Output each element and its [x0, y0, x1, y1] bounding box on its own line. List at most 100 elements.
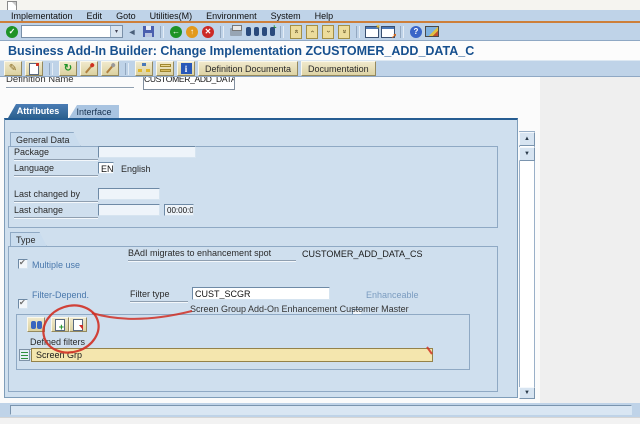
chevron-up-icon: ▲	[524, 136, 530, 142]
command-history-icon[interactable]: ▾	[110, 26, 122, 37]
copy-button[interactable]	[25, 61, 43, 76]
status-bar	[0, 403, 640, 417]
definition-name-row: Definition Name CUSTOMER_ADD_DATA_CS	[0, 77, 540, 97]
menu-system[interactable]: System	[271, 11, 301, 21]
filter-row-value[interactable]: Screen Grp	[31, 348, 433, 362]
vertical-scrollbar[interactable]	[519, 131, 535, 392]
migrate-label: BAdI migrates to enhancement spot	[128, 248, 296, 261]
toolbar-separator	[220, 25, 224, 38]
filter-row-icon[interactable]	[19, 349, 30, 361]
display-change-icon: ✎	[8, 62, 18, 74]
help-icon: ?	[410, 25, 422, 38]
definition-documentation-button[interactable]: Definition Documenta	[198, 61, 299, 76]
documentation-button[interactable]: Documentation	[301, 61, 376, 76]
exit-icon: ↑	[186, 25, 198, 38]
package-label: Package	[14, 147, 98, 160]
chevron-down-icon: ▼	[524, 151, 530, 157]
hide-command-button[interactable]: ◄	[125, 25, 139, 39]
save-icon	[142, 26, 154, 37]
activate-icon	[85, 64, 93, 73]
cancel-button[interactable]: ✕	[201, 25, 215, 39]
filter-type-field[interactable]: CUST_SCGR	[192, 287, 330, 300]
delete-filter-button[interactable]	[69, 317, 87, 332]
window-top-strip	[0, 0, 640, 11]
last-changed-by-field[interactable]	[98, 188, 160, 200]
deactivate-icon	[106, 64, 114, 73]
filter-type-label: Filter type	[130, 289, 188, 302]
menu-help[interactable]: Help	[315, 11, 334, 21]
definition-name-label: Definition Name	[6, 77, 134, 88]
insert-filter-button[interactable]: +	[51, 317, 69, 332]
display-change-button[interactable]: ✎	[4, 61, 22, 76]
general-data-header: General Data	[10, 132, 81, 146]
back-triangle-icon: ◄	[127, 26, 137, 37]
new-session-button[interactable]: ✶	[365, 24, 381, 39]
tab-interface[interactable]: Interface	[69, 105, 119, 118]
find-next-button[interactable]: +	[261, 23, 277, 39]
find-button[interactable]	[245, 25, 259, 39]
definition-name-field[interactable]: CUSTOMER_ADD_DATA_CS	[143, 77, 235, 90]
find-next-icon: +	[261, 23, 277, 36]
language-name-text: English	[121, 164, 151, 174]
menu-utilities[interactable]: Utilities(M)	[150, 11, 193, 21]
application-toolbar: ✎ ↻ i Definition Documenta Documentation	[0, 60, 640, 77]
print-icon	[230, 24, 242, 36]
filter-dependent-checkbox[interactable]	[18, 298, 28, 309]
enter-button[interactable]: ✓	[5, 25, 19, 39]
toolbar-separator	[400, 25, 404, 38]
enhanceable-label: Enhanceable	[366, 290, 419, 300]
delete-filter-icon	[73, 318, 83, 331]
new-session-icon: ✶	[365, 24, 381, 38]
hierarchy-button[interactable]	[135, 61, 153, 76]
print-button[interactable]	[229, 24, 243, 39]
tab-attributes[interactable]: Attributes	[8, 104, 68, 118]
customize-layout-button[interactable]	[425, 25, 439, 39]
exit-button[interactable]: ↑	[185, 25, 199, 39]
first-page-icon: «	[290, 24, 302, 39]
menu-bar: Implementation Edit Goto Utilities(M) En…	[0, 10, 640, 21]
info-icon: i	[180, 63, 192, 74]
cancel-icon: ✕	[202, 25, 214, 38]
menu-edit[interactable]: Edit	[87, 11, 103, 21]
deactivate-button[interactable]	[101, 61, 119, 76]
help-button[interactable]: ?	[409, 25, 423, 39]
activate-button[interactable]	[80, 61, 98, 76]
previous-page-button[interactable]: ‹	[305, 24, 319, 39]
filter-dependent-label: Filter-Depend.	[32, 290, 90, 300]
package-field[interactable]	[98, 146, 196, 158]
toolbar-separator	[49, 62, 53, 75]
menu-environment[interactable]: Environment	[206, 11, 257, 21]
display-filter-icon	[30, 320, 42, 329]
multiple-use-label: Multiple use	[32, 260, 81, 270]
create-shortcut-button[interactable]: ➚	[381, 25, 397, 40]
overview-button[interactable]	[156, 61, 174, 76]
layers-icon	[159, 63, 171, 74]
standard-toolbar: ✓ ▾ ◄ ← ↑ ✕ + « ‹ › » ✶ ➚ ?	[0, 23, 640, 41]
language-code-field[interactable]: EN	[98, 162, 114, 174]
command-field[interactable]	[22, 26, 110, 37]
last-page-button[interactable]: »	[337, 24, 351, 39]
scroll-down-button[interactable]: ▼	[519, 147, 535, 161]
menu-implementation[interactable]: Implementation	[11, 11, 73, 21]
menu-goto[interactable]: Goto	[116, 11, 136, 21]
back-button[interactable]: ←	[169, 25, 183, 39]
toolbar-separator	[160, 25, 164, 38]
hierarchy-icon	[138, 63, 150, 74]
title-bar: Business Add-In Builder: Change Implemen…	[0, 41, 640, 60]
refresh-button[interactable]: ↻	[59, 61, 77, 76]
scrollbar-bottom-nub[interactable]: ▼	[519, 387, 535, 399]
previous-page-icon: ‹	[306, 24, 318, 39]
page-title: Business Add-In Builder: Change Implemen…	[8, 43, 475, 58]
next-page-icon: ›	[322, 24, 334, 39]
next-page-button[interactable]: ›	[321, 24, 335, 39]
insert-filter-icon: +	[55, 318, 65, 332]
toolbar-separator	[125, 62, 129, 75]
multiple-use-checkbox[interactable]	[18, 258, 28, 269]
last-change-date-field[interactable]	[98, 204, 160, 216]
scroll-up-button[interactable]: ▲	[519, 132, 535, 146]
display-filter-button[interactable]	[27, 317, 45, 332]
first-page-button[interactable]: «	[289, 24, 303, 39]
last-page-icon: »	[338, 24, 350, 39]
save-button[interactable]	[141, 25, 155, 39]
information-button[interactable]: i	[177, 61, 195, 76]
